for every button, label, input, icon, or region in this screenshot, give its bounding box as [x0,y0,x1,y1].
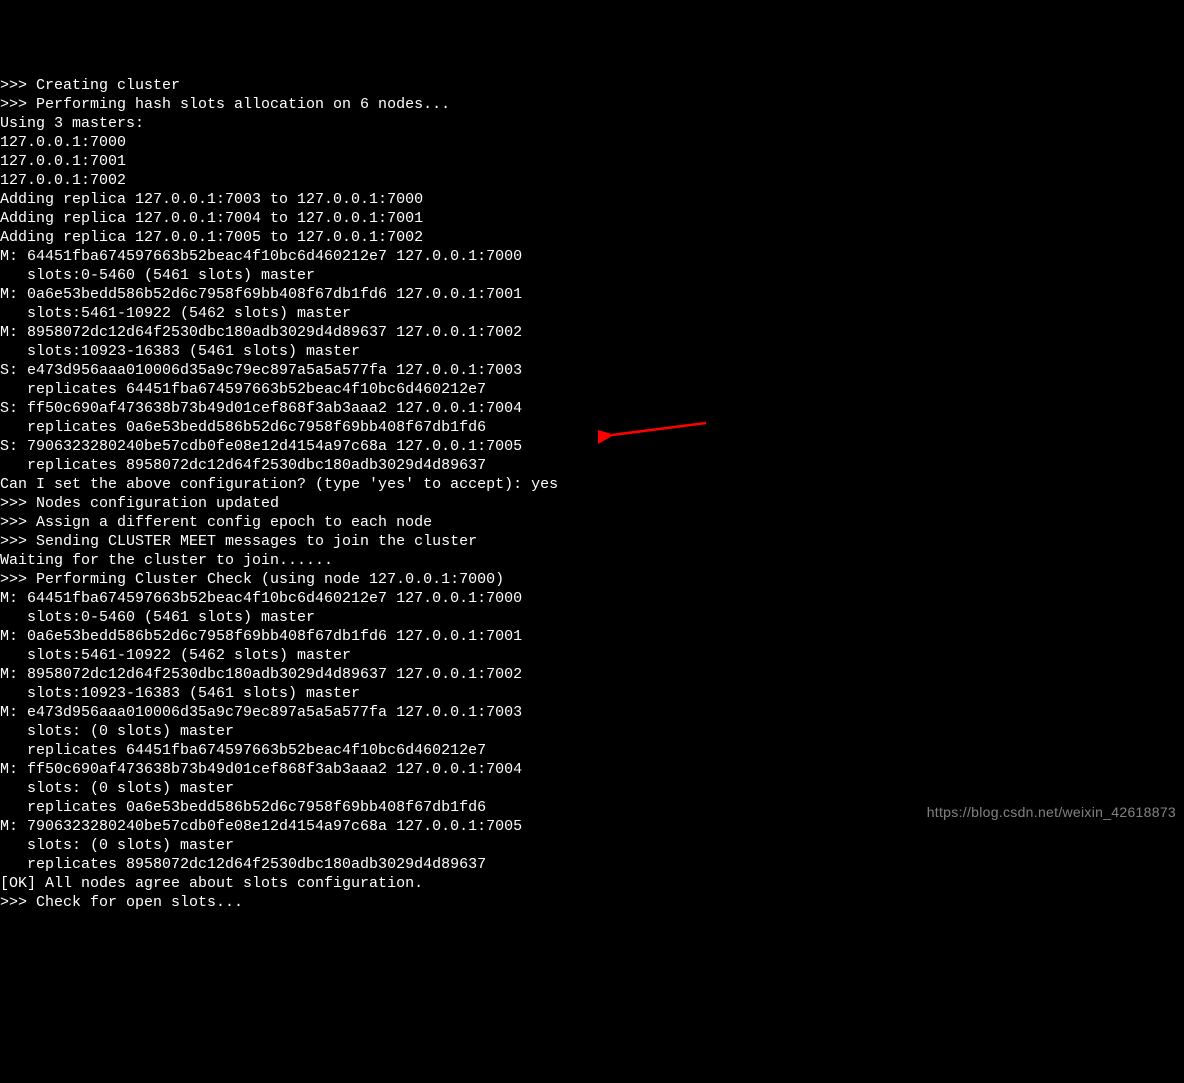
terminal-line: Waiting for the cluster to join...... [0,551,1184,570]
terminal-output: >>> Creating cluster>>> Performing hash … [0,76,1184,912]
watermark-text: https://blog.csdn.net/weixin_42618873 [927,803,1176,822]
terminal-line: >>> Sending CLUSTER MEET messages to joi… [0,532,1184,551]
terminal-line: Can I set the above configuration? (type… [0,475,1184,494]
terminal-line: replicates 64451fba674597663b52beac4f10b… [0,741,1184,760]
terminal-line: M: 64451fba674597663b52beac4f10bc6d46021… [0,589,1184,608]
terminal-line: slots:0-5460 (5461 slots) master [0,608,1184,627]
terminal-line: slots: (0 slots) master [0,722,1184,741]
terminal-line: slots:10923-16383 (5461 slots) master [0,342,1184,361]
terminal-line: M: 8958072dc12d64f2530dbc180adb3029d4d89… [0,665,1184,684]
terminal-line: Adding replica 127.0.0.1:7004 to 127.0.0… [0,209,1184,228]
terminal-line: slots: (0 slots) master [0,779,1184,798]
terminal-line: M: 64451fba674597663b52beac4f10bc6d46021… [0,247,1184,266]
terminal-line: S: ff50c690af473638b73b49d01cef868f3ab3a… [0,399,1184,418]
terminal-line: M: 0a6e53bedd586b52d6c7958f69bb408f67db1… [0,285,1184,304]
terminal-line: M: ff50c690af473638b73b49d01cef868f3ab3a… [0,760,1184,779]
terminal-line: 127.0.0.1:7002 [0,171,1184,190]
terminal-line: slots: (0 slots) master [0,836,1184,855]
terminal-line: replicates 0a6e53bedd586b52d6c7958f69bb4… [0,418,1184,437]
terminal-line: >>> Nodes configuration updated [0,494,1184,513]
terminal-line: replicates 64451fba674597663b52beac4f10b… [0,380,1184,399]
terminal-line: M: 8958072dc12d64f2530dbc180adb3029d4d89… [0,323,1184,342]
terminal-line: slots:0-5460 (5461 slots) master [0,266,1184,285]
terminal-line: Adding replica 127.0.0.1:7003 to 127.0.0… [0,190,1184,209]
terminal-line: >>> Performing hash slots allocation on … [0,95,1184,114]
terminal-line: S: e473d956aaa010006d35a9c79ec897a5a5a57… [0,361,1184,380]
terminal-line: >>> Assign a different config epoch to e… [0,513,1184,532]
terminal-line: >>> Check for open slots... [0,893,1184,912]
terminal-line: M: 0a6e53bedd586b52d6c7958f69bb408f67db1… [0,627,1184,646]
terminal-line: slots:10923-16383 (5461 slots) master [0,684,1184,703]
terminal-line: [OK] All nodes agree about slots configu… [0,874,1184,893]
terminal-line: 127.0.0.1:7001 [0,152,1184,171]
terminal-line: replicates 8958072dc12d64f2530dbc180adb3… [0,456,1184,475]
terminal-line: M: e473d956aaa010006d35a9c79ec897a5a5a57… [0,703,1184,722]
terminal-line: slots:5461-10922 (5462 slots) master [0,304,1184,323]
terminal-line: >>> Creating cluster [0,76,1184,95]
terminal-line: Using 3 masters: [0,114,1184,133]
terminal-line: slots:5461-10922 (5462 slots) master [0,646,1184,665]
terminal-line: replicates 8958072dc12d64f2530dbc180adb3… [0,855,1184,874]
terminal-line: 127.0.0.1:7000 [0,133,1184,152]
terminal-line: S: 7906323280240be57cdb0fe08e12d4154a97c… [0,437,1184,456]
terminal-line: >>> Performing Cluster Check (using node… [0,570,1184,589]
terminal-line: Adding replica 127.0.0.1:7005 to 127.0.0… [0,228,1184,247]
